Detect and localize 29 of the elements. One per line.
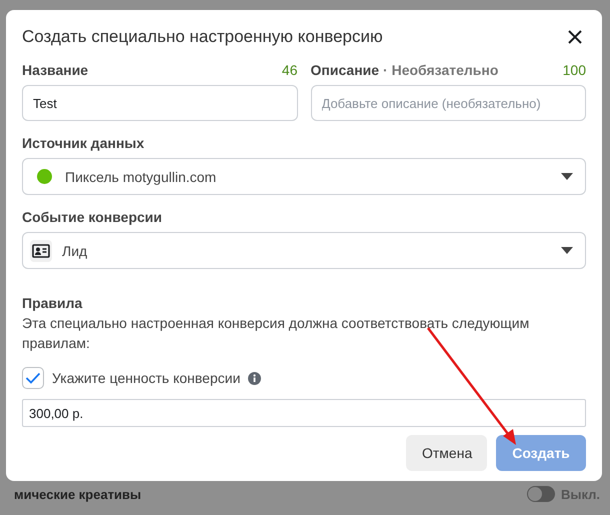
toggle-label: Выкл. (560, 486, 600, 502)
data-source-dropdown[interactable]: Пиксель motygullin.com (22, 158, 586, 195)
name-input[interactable]: Test (22, 85, 298, 121)
optional-hint: · Необязательно (383, 62, 498, 78)
caret-icon (561, 247, 573, 254)
section-label: Источник данных (22, 135, 146, 151)
close-icon (568, 30, 582, 44)
caret-icon (561, 173, 573, 180)
contact-card-icon (30, 240, 52, 262)
conversion-event-dropdown[interactable]: Лид (22, 232, 586, 269)
field-label: Описание (310, 62, 380, 78)
description-input[interactable]: Добавьте описание (необязательно) (310, 85, 586, 121)
setting-label: мические креативы (14, 486, 142, 502)
rules-heading: Правила (22, 295, 84, 311)
dropdown-value: Пиксель motygullin.com (65, 168, 218, 184)
info-icon[interactable] (248, 372, 262, 384)
checkbox-label: Укажите ценность конверсии (52, 370, 240, 386)
dialog-title: Создать специально настроенную конверсию (22, 27, 383, 47)
checkbox[interactable] (22, 367, 44, 389)
character-counter: 100 (562, 62, 586, 78)
checkmark-icon (25, 372, 41, 384)
value-input[interactable]: 300,00 р. (22, 399, 586, 427)
toggle-switch[interactable] (526, 486, 555, 502)
field-label: Название (22, 62, 88, 78)
character-counter: 46 (282, 62, 298, 78)
dropdown-value: Лид (62, 242, 88, 258)
section-label: Событие конверсии (22, 209, 163, 225)
cancel-button[interactable]: Отмена (406, 435, 487, 471)
rules-description: Эта специально настроенная конверсия должна соответствовать следующим правилам: (22, 314, 530, 353)
